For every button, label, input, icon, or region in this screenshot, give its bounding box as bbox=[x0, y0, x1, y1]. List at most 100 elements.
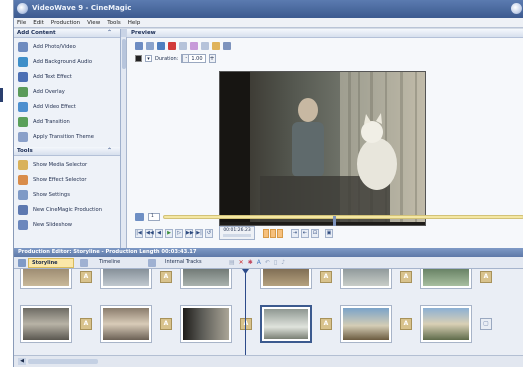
timecode-value: 00:01:26.23 bbox=[223, 228, 251, 233]
collapse-chevron-icon[interactable]: ⌃ bbox=[107, 29, 112, 36]
text-icon[interactable]: A bbox=[257, 259, 261, 266]
scroll-thumb[interactable] bbox=[28, 359, 98, 364]
menu-tools[interactable]: Tools bbox=[107, 20, 121, 26]
add-background-audio-item[interactable]: Add Background Audio bbox=[18, 54, 116, 69]
increment-button[interactable]: + bbox=[208, 54, 216, 63]
scroll-left-arrow-icon[interactable]: ◀ bbox=[18, 358, 26, 365]
collapse-chevron-icon[interactable]: ⌃ bbox=[107, 147, 112, 154]
clip-thumbnail[interactable] bbox=[260, 269, 312, 289]
clip-thumbnail[interactable] bbox=[180, 305, 232, 343]
background-color-swatch[interactable] bbox=[135, 55, 142, 62]
step-back-icon[interactable]: ◀ bbox=[155, 228, 163, 238]
transition-icon[interactable]: A bbox=[320, 271, 332, 283]
transition-icon[interactable]: A bbox=[80, 271, 92, 283]
properties-icon[interactable]: ▤ bbox=[229, 259, 235, 266]
clip-thumbnail[interactable] bbox=[420, 269, 472, 289]
transition-icon[interactable]: A bbox=[400, 271, 412, 283]
lock-icon[interactable]: ▯ bbox=[274, 259, 277, 266]
grid-icon[interactable] bbox=[201, 42, 209, 50]
playhead-line bbox=[245, 269, 246, 355]
clip-thumbnail[interactable] bbox=[20, 305, 72, 343]
editor-menu-icon[interactable] bbox=[18, 259, 26, 267]
go-start-icon[interactable]: |◀ bbox=[135, 228, 143, 238]
tools-header[interactable]: Tools ⌃ bbox=[14, 147, 120, 156]
clip-thumbnail[interactable] bbox=[180, 269, 232, 289]
scrub-bar[interactable] bbox=[163, 215, 523, 226]
text-tool-icon[interactable] bbox=[157, 42, 165, 50]
go-end-icon[interactable]: ▶| bbox=[195, 228, 203, 238]
clip-thumbnail[interactable] bbox=[20, 269, 72, 289]
transition-icon[interactable]: A bbox=[240, 318, 252, 330]
step-forward-icon[interactable]: ▷ bbox=[175, 228, 183, 238]
close-window-icon[interactable] bbox=[511, 3, 522, 14]
join-icon[interactable]: ⇤ bbox=[301, 228, 309, 238]
add-overlay-item[interactable]: Add Overlay bbox=[18, 84, 116, 99]
frame-number-field[interactable]: 1 bbox=[148, 213, 160, 221]
show-settings-item[interactable]: Show Settings bbox=[18, 187, 116, 202]
clip-thumbnail[interactable] bbox=[340, 269, 392, 289]
transition-icon[interactable]: A bbox=[160, 271, 172, 283]
clip-thumbnail[interactable] bbox=[420, 305, 472, 343]
storyline-scrollbar[interactable]: ◀ bbox=[14, 355, 523, 367]
apply-transition-theme-item[interactable]: Apply Transition Theme bbox=[18, 129, 116, 144]
tab-internal-tracks[interactable]: Internal Tracks bbox=[162, 258, 205, 268]
sun-icon[interactable] bbox=[212, 42, 220, 50]
next-clip-icon[interactable]: ▶▶ bbox=[185, 228, 194, 238]
color-dropdown-icon[interactable]: ▾ bbox=[145, 55, 152, 62]
new-cinemagic-production-item[interactable]: New CineMagic Production bbox=[18, 202, 116, 217]
storyline-track[interactable]: A A A A A A A A A A ▢ bbox=[14, 269, 523, 355]
trim-icon[interactable] bbox=[277, 228, 283, 238]
menu-view[interactable]: View bbox=[87, 20, 100, 26]
audio-icon[interactable]: ♪ bbox=[281, 259, 285, 266]
cinemagic-icon bbox=[18, 204, 28, 215]
clip-thumbnail-selected[interactable] bbox=[260, 305, 312, 343]
duration-value[interactable]: 1.00 bbox=[189, 56, 204, 62]
scroll-thumb[interactable] bbox=[122, 39, 126, 69]
previous-clip-icon[interactable]: ◀◀ bbox=[145, 228, 154, 238]
clip-thumbnail[interactable] bbox=[100, 305, 152, 343]
split-icon[interactable]: ⇥ bbox=[291, 228, 299, 238]
video-preview[interactable] bbox=[219, 71, 426, 226]
empty-slot-icon[interactable]: ▢ bbox=[480, 318, 492, 330]
menu-file[interactable]: File bbox=[17, 20, 26, 26]
crop-icon[interactable] bbox=[135, 42, 143, 50]
decrement-button[interactable]: - bbox=[182, 54, 190, 63]
copy-icon[interactable] bbox=[179, 42, 187, 50]
transition-icon[interactable]: A bbox=[320, 318, 332, 330]
clip-thumbnail[interactable] bbox=[100, 269, 152, 289]
mark-out-icon[interactable] bbox=[270, 228, 276, 238]
menu-production[interactable]: Production bbox=[51, 20, 80, 26]
tab-storyline[interactable]: Storyline bbox=[28, 258, 74, 268]
frame-icon[interactable] bbox=[135, 213, 144, 221]
clip-thumbnail[interactable] bbox=[340, 305, 392, 343]
effects-icon[interactable]: ✱ bbox=[248, 259, 253, 266]
menu-help[interactable]: Help bbox=[128, 20, 141, 26]
play-icon[interactable]: ▶ bbox=[165, 228, 173, 238]
show-media-selector-item[interactable]: Show Media Selector bbox=[18, 157, 116, 172]
undo-icon[interactable]: ↶ bbox=[265, 259, 270, 266]
transition-icon[interactable]: A bbox=[400, 318, 412, 330]
lock-icon[interactable] bbox=[223, 42, 231, 50]
delete-icon[interactable] bbox=[168, 42, 176, 50]
effects-icon[interactable] bbox=[190, 42, 198, 50]
add-transition-item[interactable]: Add Transition bbox=[18, 114, 116, 129]
tab-timeline[interactable]: Timeline bbox=[96, 258, 123, 268]
snapshot-icon[interactable]: ⊡ bbox=[311, 228, 319, 238]
add-video-effect-item[interactable]: Add Video Effect bbox=[18, 99, 116, 114]
playhead-marker-icon[interactable] bbox=[242, 269, 249, 274]
show-effect-selector-item[interactable]: Show Effect Selector bbox=[18, 172, 116, 187]
delete-icon[interactable]: ✕ bbox=[239, 259, 244, 266]
properties-icon[interactable] bbox=[146, 42, 154, 50]
duration-stepper[interactable]: - 1.00 bbox=[181, 54, 206, 63]
add-photo-video-item[interactable]: Add Photo/Video bbox=[18, 39, 116, 54]
loop-icon[interactable]: ↺ bbox=[205, 228, 213, 238]
transition-icon[interactable]: A bbox=[480, 271, 492, 283]
menu-edit[interactable]: Edit bbox=[33, 20, 44, 26]
add-text-effect-item[interactable]: Add Text Effect bbox=[18, 69, 116, 84]
mark-in-icon[interactable] bbox=[263, 228, 269, 238]
new-slideshow-item[interactable]: New Slideshow bbox=[18, 217, 116, 232]
fullscreen-icon[interactable]: ▣ bbox=[325, 228, 333, 238]
transition-icon[interactable]: A bbox=[160, 318, 172, 330]
transition-icon[interactable]: A bbox=[80, 318, 92, 330]
add-content-header[interactable]: Add Content ⌃ bbox=[14, 29, 120, 38]
